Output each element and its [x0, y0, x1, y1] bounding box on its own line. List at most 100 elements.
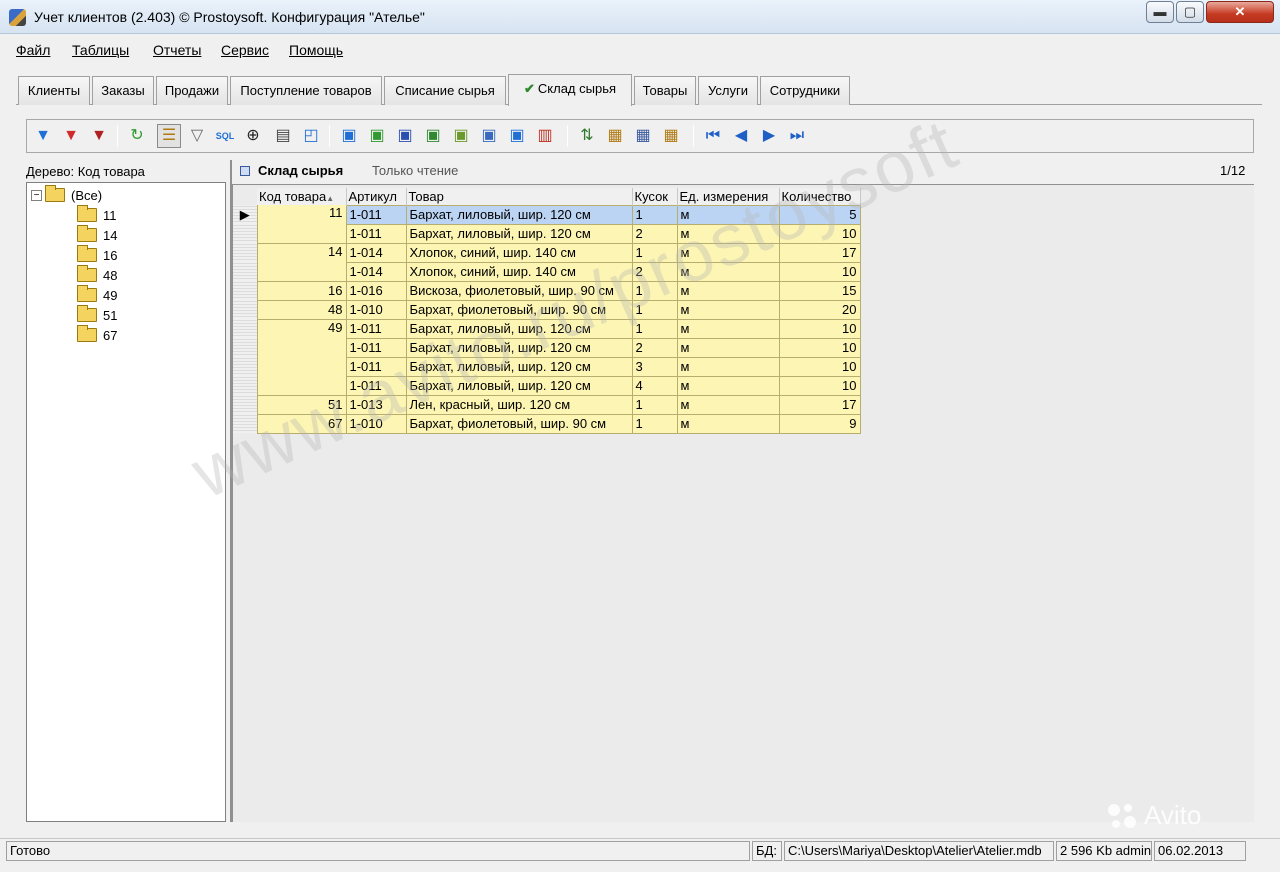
cell-product[interactable]: Вискоза, фиолетовый, шир. 90 см [405, 280, 633, 301]
row-indicator[interactable] [233, 414, 257, 433]
tree-node[interactable]: 16 [77, 245, 117, 264]
cell-article[interactable]: 1-014 [345, 261, 407, 282]
cell-code[interactable]: 48 [256, 299, 347, 320]
tab-material-writeoff[interactable]: Списание сырья [384, 76, 506, 105]
cell-piece[interactable]: 1 [631, 318, 678, 339]
menu-file[interactable]: Файл [16, 42, 50, 58]
cell-quantity[interactable]: 17 [778, 394, 861, 415]
cell-product[interactable]: Бархат, лиловый, шир. 120 см [405, 356, 633, 377]
export-html-icon[interactable]: ▣ [337, 124, 361, 148]
table-row[interactable]: 67 1-010 Бархат, фиолетовый, шир. 90 см … [233, 413, 861, 434]
cell-article[interactable]: 1-014 [345, 242, 407, 263]
export-xls-icon[interactable]: ▣ [365, 124, 389, 148]
cell-unit[interactable]: м [676, 394, 780, 415]
tab-material-stock[interactable]: ✔ Склад сырья [508, 74, 632, 106]
cell-piece[interactable]: 3 [631, 356, 678, 377]
cell-piece[interactable]: 1 [631, 299, 678, 320]
tree-node[interactable]: 11 [77, 205, 117, 224]
cell-code[interactable]: 51 [256, 394, 347, 415]
cell-article[interactable]: 1-011 [345, 375, 407, 396]
cell-product[interactable]: Бархат, фиолетовый, шир. 90 см [405, 299, 633, 320]
cell-unit[interactable]: м [676, 337, 780, 358]
cell-piece[interactable]: 1 [631, 413, 678, 434]
cell-piece[interactable]: 4 [631, 375, 678, 396]
menu-help[interactable]: Помощь [289, 42, 343, 58]
print-icon[interactable]: ▤ [271, 124, 295, 148]
cell-article[interactable]: 1-011 [345, 356, 407, 377]
cell-article[interactable]: 1-011 [345, 204, 407, 225]
col-header-unit[interactable]: Ед. измерения [677, 188, 780, 205]
close-button[interactable]: ✕ [1206, 1, 1274, 23]
data-grid[interactable]: Код товара▲ Артикул Товар Кусок Ед. изме… [232, 184, 1254, 822]
cell-unit[interactable]: м [676, 261, 780, 282]
cell-unit[interactable]: м [676, 299, 780, 320]
tree-node-root[interactable]: − (Все) [31, 185, 102, 204]
collapse-icon[interactable]: − [31, 189, 42, 201]
cell-quantity[interactable]: 10 [778, 337, 861, 358]
table-row[interactable]: 49 1-011 Бархат, лиловый, шир. 120 см 1 … [233, 318, 861, 396]
cell-product[interactable]: Бархат, лиловый, шир. 120 см [405, 318, 633, 339]
tree-view[interactable]: − (Все) 11 14 16 48 49 51 67 [26, 182, 226, 822]
tree-node[interactable]: 48 [77, 265, 117, 284]
cell-piece[interactable]: 2 [631, 223, 678, 244]
cell-unit[interactable]: м [676, 318, 780, 339]
filter-icon[interactable]: ▼ [31, 124, 55, 148]
cell-unit[interactable]: м [676, 356, 780, 377]
cell-piece[interactable]: 1 [631, 204, 678, 225]
cell-piece[interactable]: 1 [631, 242, 678, 263]
first-record-icon[interactable]: ⏮ [701, 124, 725, 148]
cell-quantity[interactable]: 17 [778, 242, 861, 263]
cell-quantity[interactable]: 10 [778, 375, 861, 396]
cell-code[interactable]: 11 [256, 205, 347, 244]
col-header-code[interactable]: Код товара▲ [257, 188, 347, 205]
cell-product[interactable]: Хлопок, синий, шир. 140 см [405, 261, 633, 282]
tab-orders[interactable]: Заказы [92, 76, 154, 105]
tree-node[interactable]: 49 [77, 285, 117, 304]
row-indicator[interactable] [233, 224, 257, 243]
cell-product[interactable]: Хлопок, синий, шир. 140 см [405, 242, 633, 263]
tree-view-icon[interactable]: ☰ [157, 124, 181, 148]
tree-node[interactable]: 51 [77, 305, 117, 324]
cell-product[interactable]: Бархат, лиловый, шир. 120 см [405, 223, 633, 244]
row-indicator[interactable] [233, 376, 257, 395]
col-header-quantity[interactable]: Количество [779, 188, 861, 205]
cell-quantity[interactable]: 9 [778, 413, 861, 434]
cell-article[interactable]: 1-011 [345, 223, 407, 244]
cell-quantity[interactable]: 10 [778, 318, 861, 339]
cell-quantity[interactable]: 20 [778, 299, 861, 320]
column-settings-icon[interactable]: ▦ [603, 124, 627, 148]
last-record-icon[interactable]: ⏭ [785, 124, 809, 148]
cell-product[interactable]: Бархат, лиловый, шир. 120 см [405, 375, 633, 396]
tab-sales[interactable]: Продажи [156, 76, 228, 105]
find-icon[interactable]: ⊕ [241, 124, 265, 148]
tab-goods-receipt[interactable]: Поступление товаров [230, 76, 382, 105]
cell-quantity[interactable]: 10 [778, 223, 861, 244]
cell-article[interactable]: 1-010 [345, 299, 407, 320]
filter-clear-icon[interactable]: ▼ [87, 124, 111, 148]
cell-code[interactable]: 67 [256, 413, 347, 434]
tree-node[interactable]: 14 [77, 225, 117, 244]
col-header-product[interactable]: Товар [406, 188, 633, 205]
next-record-icon[interactable]: ▶ [757, 124, 781, 148]
cell-unit[interactable]: м [676, 375, 780, 396]
cell-article[interactable]: 1-016 [345, 280, 407, 301]
cell-unit[interactable]: м [676, 242, 780, 263]
table-row[interactable]: 14 1-014 Хлопок, синий, шир. 140 см 1 м … [233, 242, 861, 282]
cell-code[interactable]: 16 [256, 280, 347, 301]
cell-article[interactable]: 1-013 [345, 394, 407, 415]
sql-filter-icon[interactable]: SQL [213, 124, 237, 148]
grid-settings-icon[interactable]: ▦ [631, 124, 655, 148]
cell-product[interactable]: Бархат, фиолетовый, шир. 90 см [405, 413, 633, 434]
row-indicator[interactable] [233, 262, 257, 281]
table-row[interactable]: 51 1-013 Лен, красный, шир. 120 см 1 м 1… [233, 394, 861, 415]
cell-unit[interactable]: м [676, 223, 780, 244]
row-indicator[interactable] [233, 357, 257, 376]
table-row[interactable]: 48 1-010 Бархат, фиолетовый, шир. 90 см … [233, 299, 861, 320]
maximize-button[interactable]: ▢ [1176, 1, 1204, 23]
cell-piece[interactable]: 2 [631, 337, 678, 358]
row-indicator[interactable] [233, 338, 257, 357]
table-row[interactable]: ▶ 11 1-011 Бархат, лиловый, шир. 120 см … [233, 204, 861, 244]
tab-clients[interactable]: Клиенты [18, 76, 90, 105]
row-indicator[interactable] [233, 300, 257, 319]
filter-add-icon[interactable]: ▼ [59, 124, 83, 148]
